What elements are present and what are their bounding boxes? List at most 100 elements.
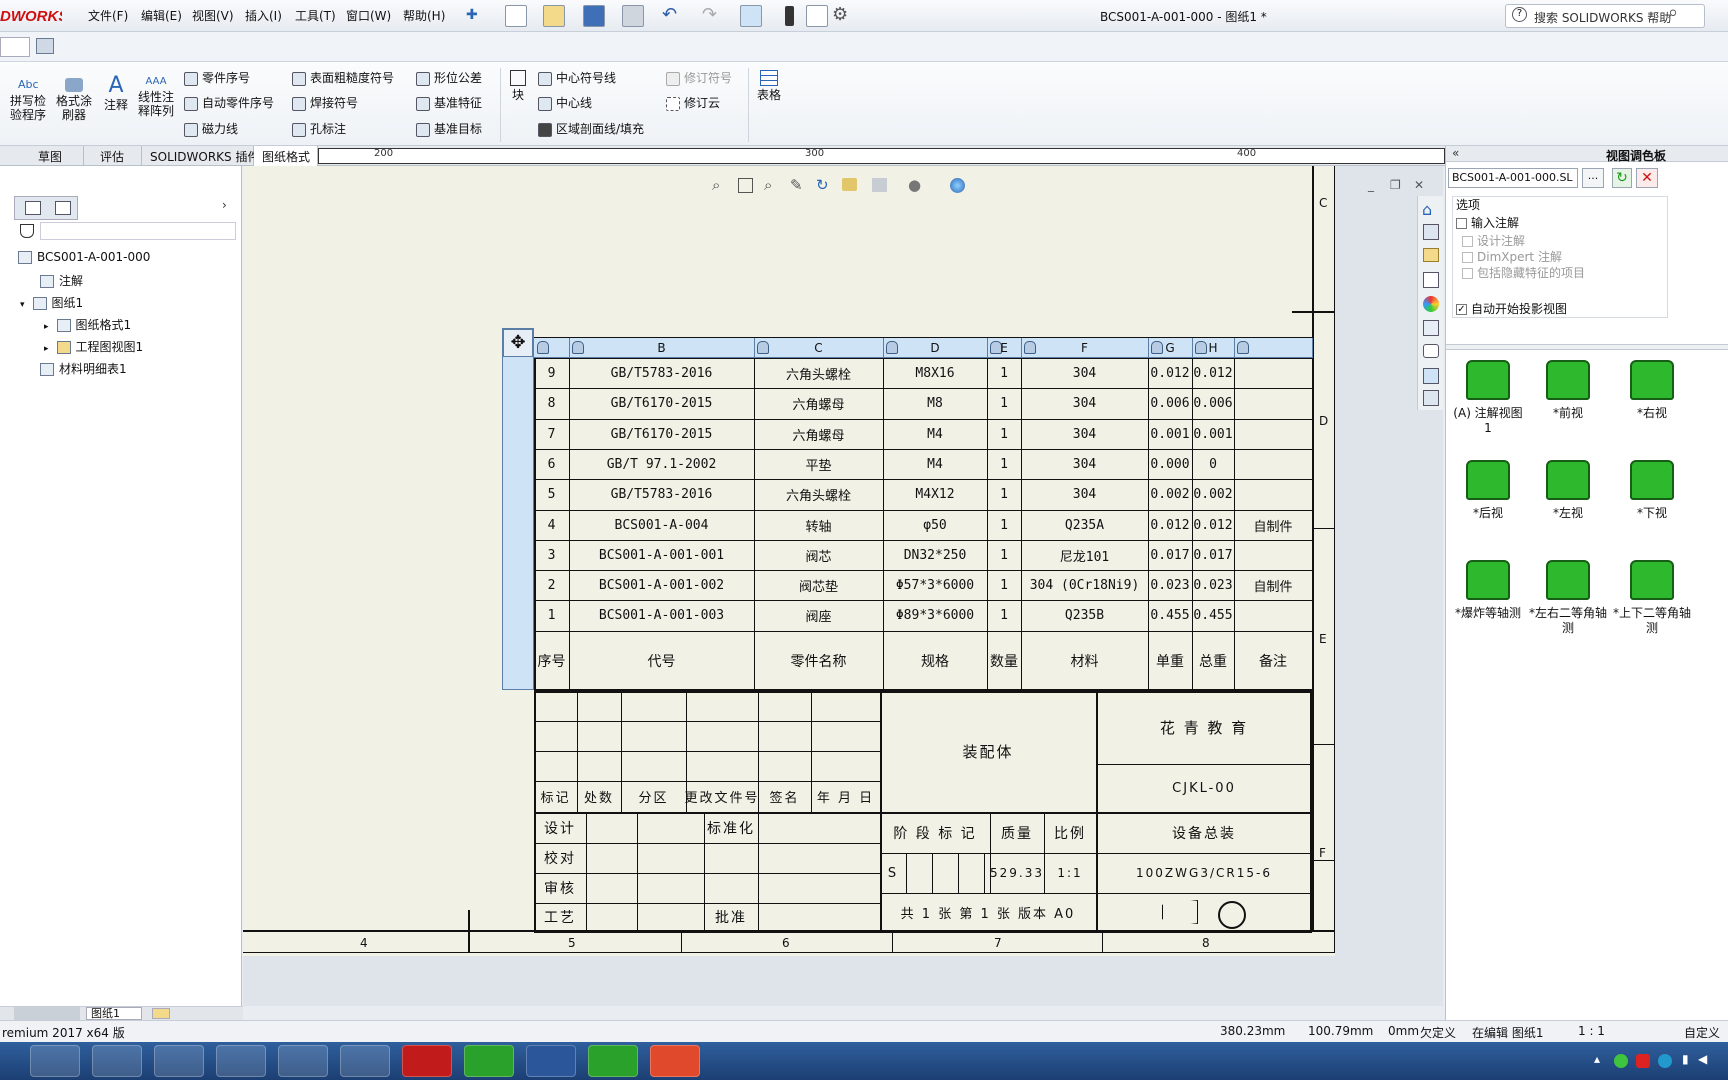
bom-cell[interactable]: 1: [987, 540, 1021, 570]
word-icon[interactable]: [526, 1045, 576, 1077]
sheet-nav-arrows[interactable]: [14, 1007, 80, 1020]
hatch-fill-button[interactable]: 区域剖面线/填充: [538, 120, 644, 137]
bom-cell[interactable]: 0.001: [1192, 419, 1234, 449]
bom-cell[interactable]: BCS001-A-001-001: [569, 540, 754, 570]
bom-cell[interactable]: 1: [987, 358, 1021, 388]
linear-note-pattern-button[interactable]: AAA 线性注 释阵列: [134, 74, 178, 118]
filter-icon[interactable]: [20, 224, 34, 238]
view-thumbnail[interactable]: *左右二等角轴 测: [1528, 560, 1608, 636]
bom-cell[interactable]: Q235B: [1021, 600, 1148, 630]
menu-tools[interactable]: 工具(T): [295, 7, 336, 24]
bom-cell[interactable]: [1234, 479, 1312, 509]
revision-symbol-button[interactable]: 修订符号: [666, 69, 732, 86]
tree-item-bom[interactable]: 材料明细表1: [40, 360, 127, 377]
appearances-icon[interactable]: [1423, 296, 1439, 312]
forum-icon[interactable]: [1423, 344, 1439, 358]
view-thumbnail[interactable]: *左视: [1528, 460, 1608, 521]
home-icon[interactable]: ⌂: [1422, 200, 1432, 219]
bom-cell[interactable]: GB/T5783-2016: [569, 358, 754, 388]
rebuild-traffic-light-icon[interactable]: [785, 6, 794, 26]
menu-file[interactable]: 文件(F): [88, 7, 128, 24]
bom-cell[interactable]: 0.002: [1148, 479, 1192, 509]
bom-cell[interactable]: 尼龙101: [1021, 540, 1148, 570]
clear-all-icon[interactable]: ✕: [1636, 168, 1658, 188]
browser-icon[interactable]: [464, 1045, 514, 1077]
system-tray[interactable]: ▴ ▮ ◀: [1590, 1052, 1720, 1070]
tree-item-sheet-format[interactable]: ▸ 图纸格式1: [44, 316, 131, 333]
tab-solidworks-addins[interactable]: SOLIDWORKS 插件: [142, 146, 259, 166]
bom-cell[interactable]: Φ57*3*6000: [883, 570, 987, 600]
signal-icon[interactable]: ▮: [1682, 1052, 1689, 1066]
zoom-area-icon[interactable]: [738, 178, 753, 193]
open-icon[interactable]: [543, 5, 565, 27]
table-button[interactable]: 表格: [754, 70, 784, 102]
menu-window[interactable]: 窗口(W): [346, 7, 391, 24]
bom-cell[interactable]: 1: [987, 570, 1021, 600]
design-library-icon[interactable]: [1423, 224, 1439, 240]
bom-cell[interactable]: GB/T6170-2015: [569, 419, 754, 449]
save-icon[interactable]: [583, 5, 605, 27]
config-dropdown[interactable]: [0, 37, 30, 57]
scale-status[interactable]: 1 : 1: [1578, 1024, 1605, 1038]
bom-cell[interactable]: [1234, 600, 1312, 630]
bom-cell[interactable]: [1234, 540, 1312, 570]
bom-cell[interactable]: 阀座: [754, 600, 883, 630]
window-restore-icon[interactable]: ❐: [1390, 178, 1401, 192]
bom-cell[interactable]: M4: [883, 449, 987, 479]
surface-finish-button[interactable]: 表面粗糙度符号: [292, 69, 394, 86]
column-letter[interactable]: E: [987, 341, 1021, 355]
bom-cell[interactable]: 8: [534, 388, 569, 418]
bom-table[interactable]: 9 GB/T5783-2016 六角头螺栓 M8X16 1 304 0.012 0.012 8 G…: [502, 337, 1314, 691]
column-letter[interactable]: G: [1148, 341, 1192, 355]
bom-cell[interactable]: 0.006: [1192, 388, 1234, 418]
collapse-panel-icon[interactable]: «: [1452, 146, 1459, 160]
revision-cloud-button[interactable]: 修订云: [666, 94, 720, 111]
table-move-icon[interactable]: ✥: [503, 329, 533, 357]
menu-view[interactable]: 视图(V): [192, 7, 234, 24]
bom-cell[interactable]: 0.012: [1148, 358, 1192, 388]
view-thumbnail[interactable]: (A) 注解视图 1: [1448, 360, 1528, 436]
bom-header-cell[interactable]: 总重: [1192, 631, 1234, 691]
print-icon[interactable]: [622, 5, 644, 27]
bom-header-cell[interactable]: 代号: [569, 631, 754, 691]
column-lock-icon[interactable]: [1237, 341, 1249, 354]
bom-cell[interactable]: 六角螺母: [754, 419, 883, 449]
bom-header-cell[interactable]: 材料: [1021, 631, 1148, 691]
auto-projected-checkbox[interactable]: ✓ 自动开始投影视图: [1456, 300, 1567, 317]
bom-cell[interactable]: 六角头螺栓: [754, 358, 883, 388]
file-dropdown[interactable]: BCS001-A-001-000.SL: [1448, 168, 1578, 188]
file-properties-icon[interactable]: [806, 5, 828, 27]
network-icon[interactable]: [216, 1045, 266, 1077]
feature-manager-tab-icon[interactable]: [25, 201, 41, 215]
bom-cell[interactable]: 1: [987, 479, 1021, 509]
bom-cell[interactable]: 六角螺母: [754, 388, 883, 418]
camtasia-green-icon[interactable]: [588, 1045, 638, 1077]
import-annotations-checkbox[interactable]: 输入注解: [1456, 214, 1519, 231]
view-settings-icon[interactable]: [842, 178, 857, 191]
spell-check-button[interactable]: Abc 拼写检 验程序: [6, 78, 50, 122]
paint-icon[interactable]: [92, 1045, 142, 1077]
options-gear-icon[interactable]: ⚙: [832, 4, 848, 25]
bom-cell[interactable]: GB/T5783-2016: [569, 479, 754, 509]
bom-cell[interactable]: Q235A: [1021, 510, 1148, 540]
gtol-button[interactable]: 形位公差: [416, 69, 482, 86]
bom-cell[interactable]: 1: [987, 419, 1021, 449]
auto-balloon-button[interactable]: 自动零件序号: [184, 94, 274, 111]
bom-cell[interactable]: 304: [1021, 388, 1148, 418]
browse-button[interactable]: ...: [1582, 168, 1604, 188]
bom-cell[interactable]: 0: [1192, 449, 1234, 479]
bom-cell[interactable]: 0.023: [1192, 570, 1234, 600]
centerline-button[interactable]: 中心线: [538, 94, 592, 111]
expand-arrow-icon[interactable]: ▸: [44, 322, 49, 332]
bom-cell[interactable]: GB/T 97.1-2002: [569, 449, 754, 479]
media-player-icon[interactable]: [30, 1045, 80, 1077]
weld-symbol-button[interactable]: 焊接符号: [292, 94, 358, 111]
bom-cell[interactable]: 304: [1021, 419, 1148, 449]
bom-cell[interactable]: 7: [534, 419, 569, 449]
bom-cell[interactable]: 自制件: [1234, 510, 1312, 540]
bom-cell[interactable]: 1: [987, 388, 1021, 418]
bom-cell[interactable]: BCS001-A-001-003: [569, 600, 754, 630]
bom-cell[interactable]: 304 (0Cr18Ni9): [1021, 570, 1148, 600]
note-button[interactable]: A 注释: [100, 74, 132, 113]
window-minimize-icon[interactable]: _: [1368, 178, 1374, 192]
